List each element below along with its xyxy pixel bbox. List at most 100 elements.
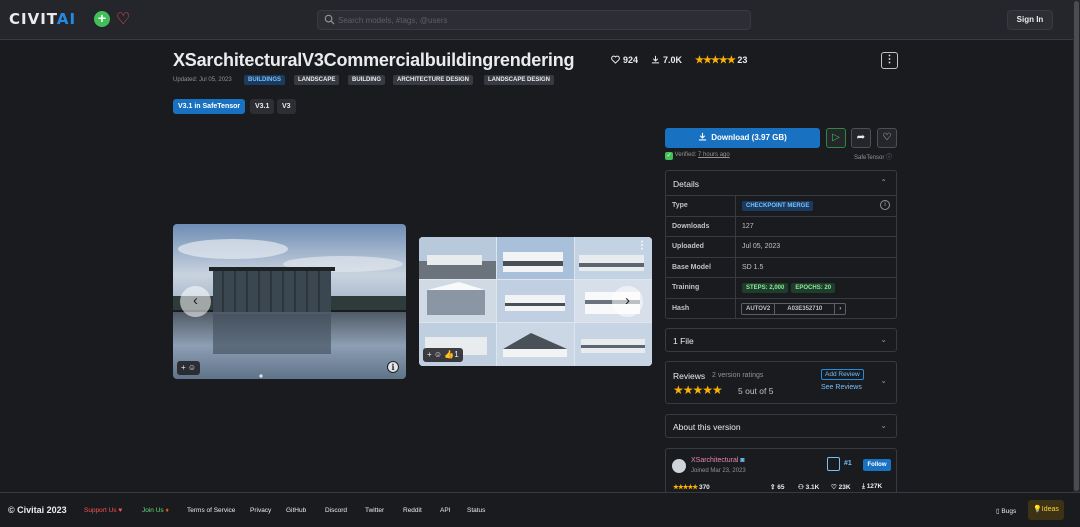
author-rank: #1 <box>844 460 852 467</box>
follow-button[interactable]: Follow <box>863 459 891 471</box>
chevron-down-icon[interactable]: ⌄ <box>880 376 887 385</box>
reaction-button[interactable]: + ☺ <box>177 361 201 375</box>
sign-in-button[interactable]: Sign In <box>1007 10 1053 30</box>
chevron-down-icon[interactable]: ⌄ <box>880 421 887 430</box>
author-name[interactable]: XSarchitectural ◙ <box>691 457 745 464</box>
download-button[interactable]: Download (3.97 GB) <box>665 128 820 148</box>
search-input[interactable] <box>338 13 738 27</box>
info-circle-icon[interactable]: i <box>880 200 890 210</box>
heart-icon[interactable]: ♡ <box>116 9 130 29</box>
footer-link-github[interactable]: GitHub <box>286 507 306 514</box>
reaction-bar[interactable]: + ☺ 👍1 <box>423 348 463 362</box>
join-label[interactable]: Join Us <box>142 507 164 514</box>
create-plus-icon[interactable]: + <box>94 11 110 27</box>
see-reviews-link[interactable]: See Reviews <box>821 384 862 391</box>
details-title: Details <box>673 179 699 189</box>
share-icon: ➦ <box>856 132 866 143</box>
tag-landscape-design[interactable]: LANDSCAPE DESIGN <box>484 75 555 85</box>
gallery-image-2[interactable]: ⋮ › + ☺ 👍1 <box>419 237 652 366</box>
rating-stat[interactable]: ★★★★★ 23 <box>695 55 747 66</box>
bugs-link[interactable]: ▯ Bugs <box>996 507 1016 515</box>
likes-stat[interactable]: 924 <box>611 55 638 65</box>
verified-time-link[interactable]: 7 hours ago <box>698 152 730 158</box>
detail-row-base-model: Base Model SD 1.5 <box>666 256 897 277</box>
author-joined: Joined Mar 23, 2023 <box>691 468 746 474</box>
footer-link-status[interactable]: Status <box>467 507 485 514</box>
files-title: 1 File <box>673 336 694 346</box>
search-bar[interactable] <box>317 10 751 30</box>
add-review-button[interactable]: Add Review <box>821 369 864 380</box>
details-panel: Details ⌃ Type CHECKPOINT MERGE i Download… <box>665 170 897 319</box>
reviews-stars: ★★★★★ <box>673 383 723 397</box>
uploads-count: 65 <box>777 484 785 491</box>
gift-icon: ♦ <box>165 507 169 514</box>
tag-architecture-design[interactable]: ARCHITECTURE DESIGN <box>393 75 474 85</box>
users-icon: ⚇ <box>798 484 804 491</box>
followers-count: 3.1K <box>805 484 820 491</box>
files-panel[interactable]: 1 File ⌄ <box>665 328 897 352</box>
civitai-logo[interactable]: CIVITAI <box>9 10 76 28</box>
tag-building[interactable]: BUILDING <box>348 75 385 85</box>
run-button[interactable]: ▷ <box>826 128 846 148</box>
chevron-down-icon[interactable]: ⌄ <box>880 335 887 344</box>
hash-type[interactable]: AUTOV2 <box>742 304 774 314</box>
hash-box[interactable]: AUTOV2 A03E352710 › <box>741 302 847 315</box>
epochs-badge: EPOCHS: 20 <box>791 283 836 293</box>
detail-label: Training <box>672 284 700 291</box>
upload-icon: ⇪ <box>770 484 776 491</box>
detail-row-uploaded: Uploaded Jul 05, 2023 <box>666 236 897 257</box>
version-tab-v3[interactable]: V3 <box>277 99 296 114</box>
gallery-image-1[interactable]: ‹ + ☺ i <box>173 224 406 379</box>
footer-link-reddit[interactable]: Reddit <box>403 507 422 514</box>
footer-link-discord[interactable]: Discord <box>325 507 347 514</box>
tag-buildings[interactable]: BUILDINGS <box>244 75 285 85</box>
author-downloads: ⤓ 127K <box>862 483 882 491</box>
more-options-button[interactable]: ⋮ <box>881 52 898 69</box>
image-options-icon[interactable]: ⋮ <box>637 240 647 251</box>
about-panel[interactable]: About this version ⌄ <box>665 414 897 438</box>
share-button[interactable]: ➦ <box>851 128 871 148</box>
hash-value[interactable]: A03E352710 <box>774 303 836 314</box>
version-tab-v31-safetensor[interactable]: V3.1 in SafeTensor <box>173 99 246 114</box>
chevron-up-icon[interactable]: ⌃ <box>880 178 887 187</box>
author-name-text[interactable]: XSarchitectural <box>691 457 738 464</box>
footer-link-privacy[interactable]: Privacy <box>250 507 271 514</box>
detail-value: 127 <box>742 222 754 230</box>
next-image-button[interactable]: › <box>612 286 643 317</box>
info-circle-icon[interactable]: ⓘ <box>886 155 892 161</box>
author-likes: ♡ 23K <box>831 483 851 491</box>
bugs-label[interactable]: Bugs <box>1001 508 1016 515</box>
footer-link-twitter[interactable]: Twitter <box>365 507 384 514</box>
author-rating: ★★★★★ 370 <box>673 483 710 491</box>
chevron-right-icon[interactable]: › <box>835 304 845 314</box>
scrollbar-thumb[interactable] <box>1074 1 1079 491</box>
updated-date: Updated: Jul 05, 2023 <box>173 77 232 83</box>
join-us-link[interactable]: Join Us ♦ <box>142 507 169 514</box>
add-reaction[interactable]: + ☺ <box>427 350 442 359</box>
info-icon[interactable]: i <box>387 361 399 373</box>
ideas-button[interactable]: 💡Ideas <box>1028 500 1064 520</box>
rating-count: 23 <box>737 55 748 65</box>
heart-outline-icon <box>611 55 620 64</box>
downloads-count: 7.0K <box>663 55 683 65</box>
author-downloads-count: 127K <box>866 483 883 490</box>
footer-link-terms[interactable]: Terms of Service <box>187 507 235 514</box>
previous-image-button[interactable]: ‹ <box>180 286 211 317</box>
top-bar: CIVITAI + ♡ Sign In <box>0 0 1073 40</box>
tag-landscape[interactable]: LANDSCAPE <box>294 75 340 85</box>
reviews-score: 5 out of 5 <box>738 386 774 396</box>
footer-link-api[interactable]: API <box>440 507 450 514</box>
favorite-button[interactable]: ♡ <box>877 128 897 148</box>
steps-badge: STEPS: 2,000 <box>742 283 789 293</box>
author-uploads: ⇪ 65 <box>770 483 785 491</box>
detail-label: Uploaded <box>672 243 704 250</box>
ideas-label[interactable]: Ideas <box>1042 506 1059 513</box>
support-us-link[interactable]: Support Us ♥ <box>84 507 122 514</box>
copyright: © Civitai 2023 <box>8 505 67 515</box>
support-label[interactable]: Support Us <box>84 507 117 514</box>
version-tab-v31[interactable]: V3.1 <box>250 99 275 114</box>
file-format: SafeTensor ⓘ <box>854 152 892 161</box>
download-icon <box>651 55 660 64</box>
bug-icon: ▯ <box>996 508 1000 515</box>
avatar[interactable] <box>672 459 686 473</box>
